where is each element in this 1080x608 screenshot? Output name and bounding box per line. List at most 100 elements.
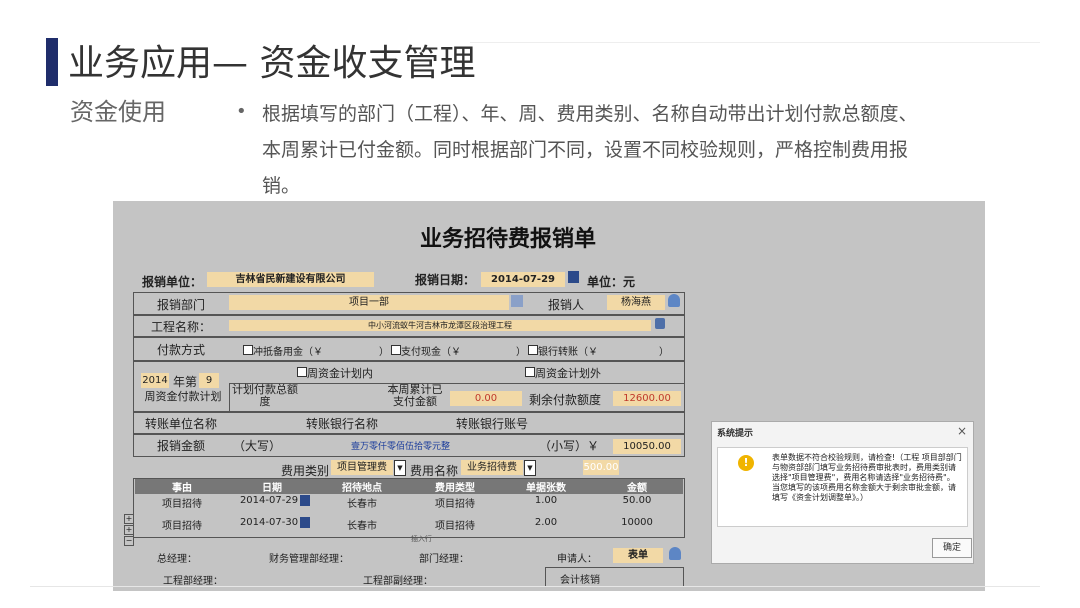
- bullet-icon: •: [236, 101, 247, 122]
- user-icon[interactable]: [669, 547, 681, 560]
- weekly-plan-label: 周资金付款计划: [144, 390, 222, 403]
- table-cell[interactable]: 2.00: [501, 517, 591, 528]
- table-cell[interactable]: 2014-07-29: [233, 495, 305, 506]
- dept-label: 报销部门: [156, 298, 205, 312]
- insert-row-link[interactable]: 插入行: [411, 534, 432, 544]
- amount-upper-label: （大写）: [233, 439, 282, 453]
- chevron-down-icon[interactable]: ▼: [524, 460, 536, 476]
- trans-unit-label: 转账单位名称: [144, 417, 217, 431]
- unit-label: 报销单位：: [142, 275, 203, 289]
- fee-type-label: 费用类别: [281, 464, 330, 478]
- project-field[interactable]: 中小河流蚁牛河吉林市龙潭区段治理工程: [229, 320, 651, 331]
- pay-opt3: 支付现金（￥: [401, 347, 461, 358]
- eng-vice-label: 工程部副经理：: [363, 576, 433, 587]
- plan-in-checkbox[interactable]: [297, 367, 307, 377]
- calendar-icon[interactable]: [568, 271, 579, 283]
- slide-title: 业务应用— 资金收支管理: [68, 43, 476, 84]
- project-label: 工程名称：: [150, 320, 211, 334]
- title-accent-bar: [46, 38, 58, 86]
- pay-opt4: ）: [516, 347, 526, 358]
- bank-checkbox[interactable]: [528, 345, 538, 355]
- table-cell[interactable]: 项目招待: [135, 517, 229, 532]
- week-field[interactable]: 9: [199, 373, 219, 388]
- fee-type-select[interactable]: 项目管理费: [331, 460, 393, 475]
- th-reason: 事由: [135, 479, 229, 494]
- table-cell[interactable]: 项目招待: [135, 495, 229, 510]
- dialog-title: 系统提示: [717, 429, 754, 439]
- table-cell[interactable]: 长春市: [315, 517, 409, 532]
- year-field[interactable]: 2014: [141, 373, 169, 388]
- pay-opt1: 冲抵备用金（￥: [253, 347, 323, 358]
- amount-lower-field[interactable]: 10050.00: [613, 439, 681, 454]
- title-divider: [470, 42, 1040, 43]
- plan-total-label: 计划付款总额度: [232, 383, 298, 408]
- amount-upper-field[interactable]: 壹万零仟零佰伍拾零元整: [351, 439, 450, 452]
- plan-in-label: 周资金计划内: [307, 367, 373, 380]
- th-amount: 金额: [591, 479, 683, 494]
- unit-field[interactable]: 吉林省民新建设有限公司: [207, 272, 374, 287]
- plan-out-label: 周资金计划外: [535, 367, 601, 380]
- plan-out-checkbox[interactable]: [525, 367, 535, 377]
- accounting-label: 会计核销: [560, 575, 600, 586]
- pay-opt5: 银行转账（￥: [538, 347, 598, 358]
- currency-label: 单位：元: [587, 275, 636, 289]
- calendar-icon[interactable]: [300, 495, 310, 506]
- dept-mgr-label: 部门经理：: [419, 554, 469, 565]
- footer-divider: [30, 586, 1040, 587]
- slide-subtitle: 资金使用: [70, 98, 166, 126]
- th-place: 招待地点: [315, 479, 409, 494]
- table-cell[interactable]: 项目招待: [409, 517, 501, 532]
- form-title: 业务招待费报销单: [419, 226, 596, 252]
- date-field[interactable]: 2014-07-29: [481, 272, 565, 287]
- warning-icon: !: [738, 455, 754, 471]
- week-paid-field[interactable]: 0.00: [450, 391, 522, 406]
- amount-label: 报销金额: [156, 439, 205, 453]
- dialog-body: ! 表单数据不符合校验规则，请检查!（工程 项目部部门与物资部部门填写业务招待费…: [717, 447, 968, 527]
- table-cell[interactable]: 50.00: [591, 495, 683, 506]
- gm-label: 总经理：: [157, 554, 197, 565]
- pay-opt6: ）: [659, 347, 669, 358]
- remain-label: 剩余付款额度: [529, 393, 602, 407]
- close-icon[interactable]: ×: [957, 424, 967, 438]
- th-docs: 单据张数: [501, 479, 591, 494]
- person-label: 报销人: [547, 298, 584, 312]
- fee-name-label: 费用名称: [410, 464, 459, 478]
- fee-name-select[interactable]: 业务招待费: [461, 460, 523, 475]
- week-paid-label: 本周累计已支付金额: [387, 383, 443, 408]
- pay-label: 付款方式: [156, 343, 205, 357]
- bullet-text: 根据填写的部门（工程）、年、周、费用类别、名称自动带出计划付款总额度、本周累计已…: [262, 103, 918, 197]
- trans-account-label: 转账银行账号: [455, 417, 528, 431]
- remain-field[interactable]: 12600.00: [613, 391, 681, 406]
- table-cell[interactable]: 1.00: [501, 495, 591, 506]
- table-cell[interactable]: 项目招待: [409, 495, 501, 510]
- person-field[interactable]: 杨海燕: [607, 295, 665, 310]
- user-icon[interactable]: [668, 294, 680, 307]
- offset-checkbox[interactable]: [243, 345, 253, 355]
- th-date: 日期: [229, 479, 315, 494]
- eng-mgr-label: 工程部经理：: [163, 576, 223, 587]
- system-dialog: 系统提示 × ! 表单数据不符合校验规则，请检查!（工程 项目部部门与物资部部门…: [711, 421, 974, 564]
- cash-checkbox[interactable]: [391, 345, 401, 355]
- table-cell[interactable]: 长春市: [315, 495, 409, 510]
- trans-bank-label: 转账银行名称: [305, 417, 378, 431]
- applicant-field[interactable]: 表单: [613, 548, 663, 563]
- plus-icon[interactable]: +: [124, 525, 134, 535]
- calendar-icon[interactable]: [300, 517, 310, 528]
- plus-icon[interactable]: +: [124, 514, 134, 524]
- dialog-message: 表单数据不符合校验规则，请检查!（工程 项目部部门与物资部部门填写业务招待费审批…: [772, 453, 962, 502]
- applicant-label: 申请人：: [557, 554, 597, 565]
- project-picker-icon[interactable]: [655, 318, 665, 329]
- fee-extra-field[interactable]: 500.00: [583, 460, 619, 475]
- person-picker-icon[interactable]: [511, 295, 523, 307]
- table-cell[interactable]: 2014-07-30: [233, 517, 305, 528]
- th-fee-type: 费用类型: [409, 479, 501, 494]
- minus-icon[interactable]: −: [124, 536, 134, 546]
- date-label: 报销日期：: [415, 273, 476, 287]
- amount-lower-label: （小写）￥: [539, 439, 600, 453]
- dept-field[interactable]: 项目一部: [229, 295, 509, 310]
- ok-button[interactable]: 确定: [932, 538, 972, 558]
- table-cell[interactable]: 10000: [591, 517, 683, 528]
- chevron-down-icon[interactable]: ▼: [394, 460, 406, 476]
- pay-opt2: ）: [379, 347, 389, 358]
- finance-label: 财务管理部经理：: [269, 554, 349, 565]
